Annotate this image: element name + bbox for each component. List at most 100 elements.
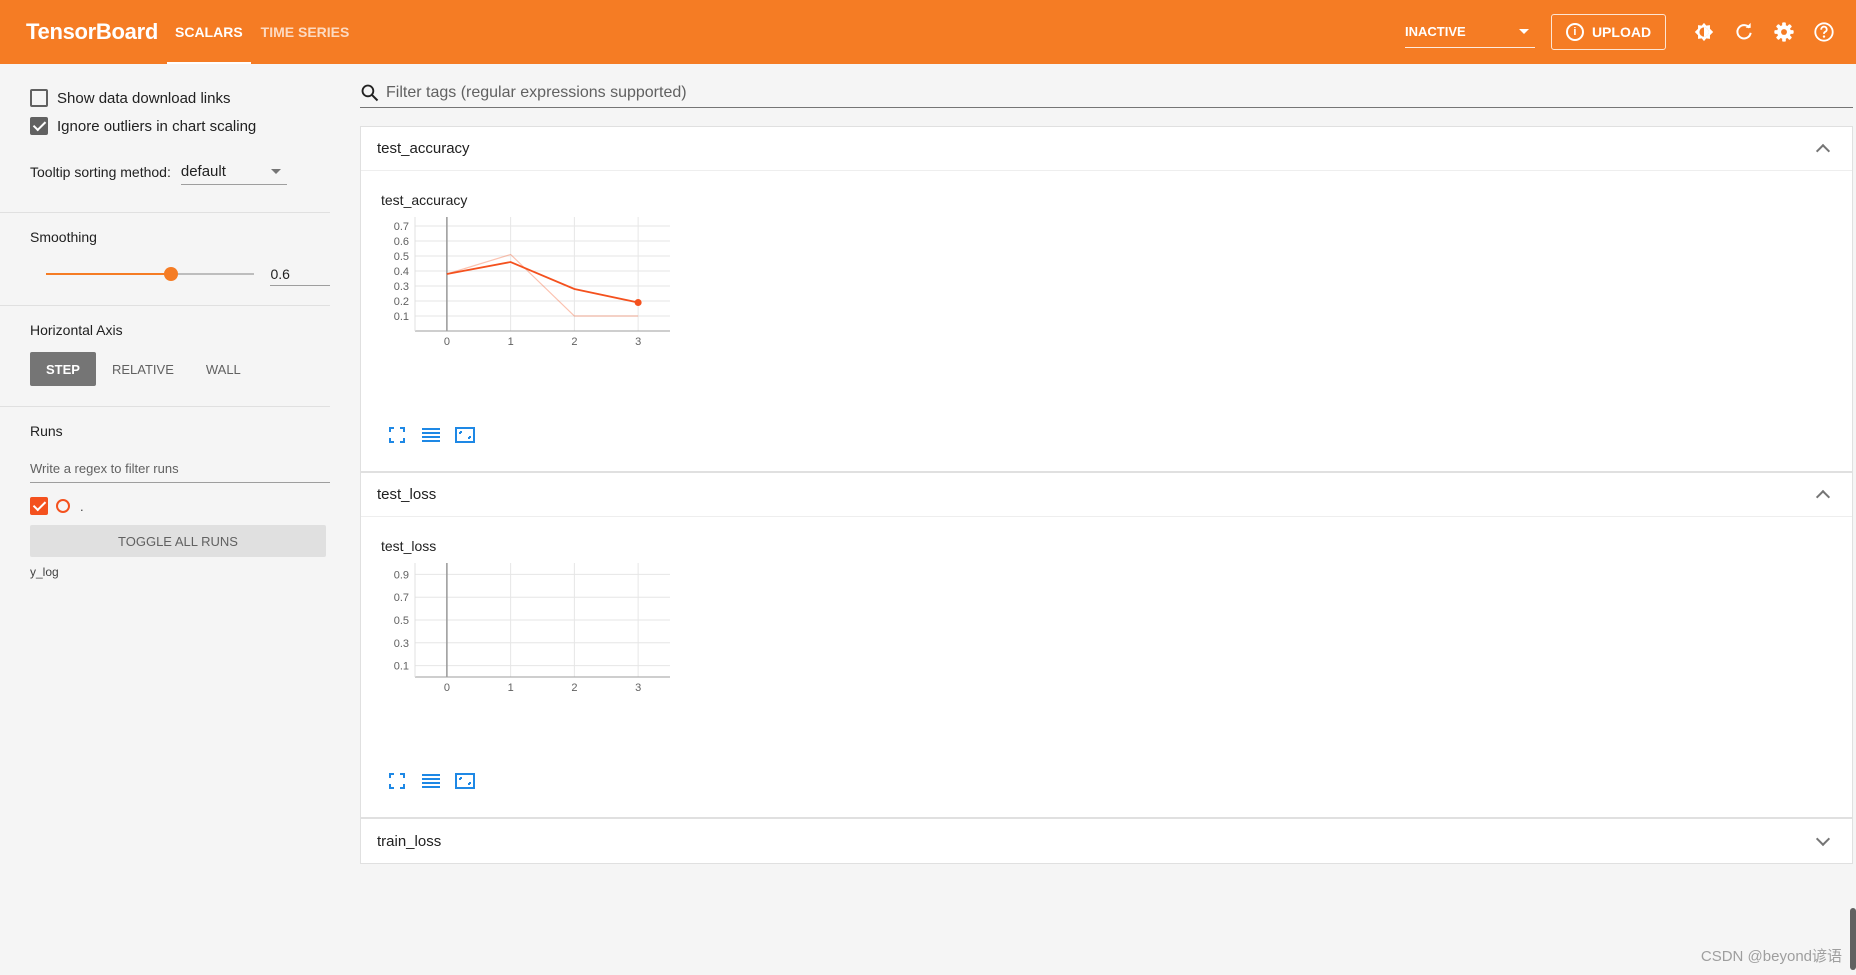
search-icon: [361, 84, 379, 101]
upload-label: UPLOAD: [1591, 24, 1652, 40]
x-tick-label: 1: [508, 682, 514, 693]
tooltip-sorting-row: Tooltip sorting method: default: [30, 156, 330, 188]
card-header-test-accuracy[interactable]: test_accuracy: [361, 127, 1852, 171]
refresh-icon: [1736, 22, 1752, 40]
x-tick-label: 3: [635, 682, 641, 693]
smoothing-section: Smoothing 0.6: [0, 213, 330, 306]
tooltip-sorting-label: Tooltip sorting method:: [30, 164, 171, 180]
series-line-smoothed: [446, 261, 639, 304]
chart-options-section: Show data download links Ignore outliers…: [0, 64, 330, 213]
fullscreen-icon: [389, 427, 405, 443]
brightness-icon: [1694, 22, 1714, 42]
chevron-up-icon[interactable]: [1815, 489, 1831, 505]
tab-scalars[interactable]: SCALARS: [167, 0, 251, 64]
horizontal-axis-section: Horizontal Axis STEP RELATIVE WALL: [0, 306, 330, 407]
chart-test-loss[interactable]: 0.1 0.3 0.5 0.7 0.9 0 1 2 3: [375, 561, 675, 693]
series-line-raw: [446, 253, 639, 317]
list-icon: [422, 774, 440, 788]
smoothing-slider-rest: [171, 273, 255, 275]
run-directory: y_log: [30, 565, 59, 579]
brand-logo[interactable]: TensorBoard: [26, 19, 158, 45]
chart-title: test_accuracy: [381, 192, 468, 208]
show-download-links-label: Show data download links: [57, 89, 231, 107]
run-row: .: [30, 495, 330, 517]
expand-chart-button[interactable]: [387, 771, 407, 791]
caret-down-icon: [1519, 29, 1529, 34]
y-tick-label: 0.3: [394, 638, 409, 650]
tab-time-series[interactable]: TIME SERIES: [253, 0, 358, 64]
x-tick-label: 2: [571, 682, 577, 693]
tag-filter-input[interactable]: Filter tags (regular expressions support…: [360, 78, 1853, 108]
run-checkbox[interactable]: [30, 497, 48, 515]
smoothing-slider[interactable]: [46, 267, 255, 281]
y-tick-label: 0.4: [394, 266, 409, 278]
fit-domain-button[interactable]: [455, 425, 475, 445]
y-tick-label: 0.2: [394, 296, 409, 308]
fit-domain-button[interactable]: [455, 771, 475, 791]
y-tick-label: 0.3: [394, 281, 409, 293]
y-tick-label: 0.5: [394, 615, 409, 627]
y-tick-label: 0.7: [394, 592, 409, 604]
header-actions: INACTIVE i UPLOAD: [1405, 0, 1856, 64]
upload-button[interactable]: i UPLOAD: [1551, 14, 1666, 50]
y-tick-label: 0.1: [394, 661, 409, 673]
top-app-bar: TensorBoard SCALARS TIME SERIES INACTIVE…: [0, 0, 1856, 64]
card-header-test-loss[interactable]: test_loss: [361, 473, 1852, 517]
runs-section: Runs Write a regex to filter runs . TOGG…: [0, 407, 330, 579]
card-test-accuracy: test_accuracy test_accuracy 0.1 0.2 0.3 0.4…: [360, 126, 1853, 472]
fit-domain-icon: [455, 427, 475, 443]
scrollbar-thumb[interactable]: [1850, 908, 1856, 970]
caret-down-icon: [270, 169, 281, 174]
fullscreen-icon: [389, 773, 405, 789]
plugin-select-value: INACTIVE: [1405, 24, 1466, 39]
y-tick-label: 0.7: [394, 221, 409, 233]
y-tick-label: 0.6: [394, 236, 409, 248]
toggle-all-runs-button[interactable]: TOGGLE ALL RUNS: [30, 525, 326, 557]
chevron-up-icon[interactable]: [1815, 143, 1831, 159]
smoothing-slider-row: 0.6: [30, 259, 330, 289]
ignore-outliers-checkbox[interactable]: [30, 117, 48, 135]
axis-wall-button[interactable]: WALL: [190, 352, 257, 386]
x-tick-label: 3: [635, 336, 641, 347]
theme-toggle-button[interactable]: [1684, 12, 1724, 52]
toggle-log-scale-button[interactable]: [421, 771, 441, 791]
runs-filter-input[interactable]: Write a regex to filter runs: [30, 453, 330, 483]
show-download-links-checkbox[interactable]: [30, 89, 48, 107]
y-tick-label: 0.5: [394, 251, 409, 263]
smoothing-slider-thumb[interactable]: [164, 267, 179, 281]
smoothing-label: Smoothing: [30, 229, 97, 245]
expand-chart-button[interactable]: [387, 425, 407, 445]
plugin-select[interactable]: INACTIVE: [1405, 16, 1535, 48]
horizontal-axis-options: STEP RELATIVE WALL: [30, 352, 330, 386]
gear-icon: [1774, 22, 1794, 42]
reload-button[interactable]: [1724, 12, 1764, 52]
x-tick-label: 2: [571, 336, 577, 347]
info-icon: i: [1565, 23, 1584, 41]
axis-step-button[interactable]: STEP: [30, 352, 96, 386]
settings-button[interactable]: [1764, 12, 1804, 52]
card-title: test_loss: [377, 486, 437, 503]
toggle-log-scale-button[interactable]: [421, 425, 441, 445]
chart-title: test_loss: [381, 538, 437, 554]
smoothing-input[interactable]: 0.6: [270, 263, 330, 286]
chevron-down-icon[interactable]: [1815, 831, 1831, 846]
watermark: CSDN @beyond谚语: [1700, 948, 1842, 965]
card-header-train-loss[interactable]: train_loss: [361, 819, 1852, 863]
chart-test-accuracy[interactable]: 0.1 0.2 0.3 0.4 0.5 0.6 0.7 0 1 2 3: [375, 215, 675, 347]
tag-filter-placeholder: Filter tags (regular expressions support…: [386, 83, 687, 101]
chart-toolbar: [387, 771, 475, 791]
show-download-links-row[interactable]: Show data download links: [30, 84, 330, 112]
x-tick-label: 1: [508, 336, 514, 347]
axis-relative-button[interactable]: RELATIVE: [96, 352, 190, 386]
ignore-outliers-row[interactable]: Ignore outliers in chart scaling: [30, 112, 330, 140]
chart-toolbar: [387, 425, 475, 445]
run-name: .: [80, 498, 84, 514]
card-title: train_loss: [377, 832, 442, 850]
help-button[interactable]: [1804, 12, 1844, 52]
ignore-outliers-label: Ignore outliers in chart scaling: [57, 117, 257, 135]
run-color-radio[interactable]: [56, 499, 70, 513]
fit-domain-icon: [455, 773, 475, 789]
sidebar: Show data download links Ignore outliers…: [0, 64, 330, 975]
y-tick-label: 0.1: [394, 311, 409, 323]
tooltip-sorting-select[interactable]: default: [180, 159, 287, 185]
